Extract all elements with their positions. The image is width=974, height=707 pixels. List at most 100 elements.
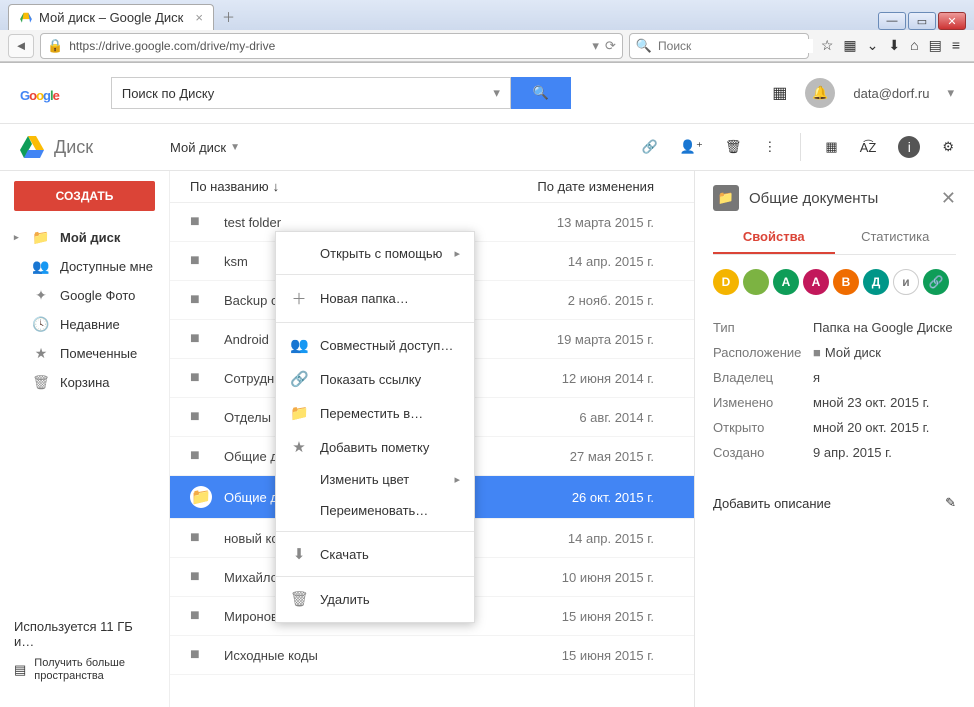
menu-item[interactable]: 🔗Показать ссылку — [276, 362, 474, 396]
folder-icon: ■ — [190, 568, 212, 586]
panel-icon[interactable]: ▦ — [843, 37, 856, 54]
menu-item[interactable]: Изменить цвет▸ — [276, 464, 474, 495]
home-icon[interactable]: ⌂ — [910, 37, 918, 54]
storage-usage[interactable]: Используется 11 ГБ и… — [14, 615, 155, 653]
nav-icon: 👥 — [32, 258, 50, 275]
browser-tab[interactable]: Мой диск – Google Диск × — [8, 4, 214, 30]
nav-icon: ★ — [32, 345, 50, 362]
menu-item-label: Переместить в… — [320, 406, 423, 421]
feed-icon[interactable]: ▤ — [929, 37, 942, 54]
browser-search-input[interactable] — [658, 39, 813, 53]
drive-search-input[interactable]: Поиск по Диску ▾ — [111, 77, 511, 109]
tab-activity[interactable]: Статистика — [835, 221, 957, 254]
download-icon[interactable]: ⬇ — [888, 37, 900, 54]
lock-icon: 🔒 — [47, 38, 63, 54]
pocket-icon[interactable]: ⌄ — [867, 37, 879, 54]
bookmark-icon[interactable]: ☆ — [821, 37, 834, 54]
address-row: ◄ 🔒 ▾ ⟳ 🔍 ☆ ▦ ⌄ ⬇ ⌂ ▤ ≡ — [0, 30, 974, 62]
menu-item-label: Открыть с помощью — [320, 246, 442, 261]
new-tab-button[interactable]: ＋ — [214, 3, 243, 30]
avatar[interactable]: А — [773, 269, 799, 295]
prop-value: Папка на Google Диске — [813, 320, 956, 335]
maximize-button[interactable]: ▭ — [908, 12, 936, 30]
drive-brand[interactable]: Диск — [20, 136, 170, 158]
dropdown-icon[interactable]: ▾ — [592, 38, 599, 54]
notifications-icon[interactable]: 🔔 — [805, 78, 835, 108]
menu-item-label: Скачать — [320, 547, 369, 562]
sidebar-item-5[interactable]: 🗑Корзина — [0, 368, 169, 397]
menu-item-icon: 📁 — [290, 404, 308, 422]
more-icon[interactable]: ⋮ — [763, 139, 776, 155]
settings-icon[interactable]: ⚙ — [942, 139, 954, 155]
toolbar: Диск Мой диск ▼ 🔗 👤⁺ 🗑 ⋮ ▦ A͡Z i ⚙ — [0, 123, 974, 171]
avatar[interactable]: Д — [863, 269, 889, 295]
nav-icon: ✦ — [32, 287, 50, 304]
menu-item-icon: ＋ — [290, 288, 308, 309]
drive-app: Google Поиск по Диску ▾ 🔍 ▦ 🔔 data@dorf.… — [0, 63, 974, 707]
sidebar-item-2[interactable]: ✦ Google Фото — [0, 281, 169, 310]
apps-grid-icon[interactable]: ▦ — [772, 83, 787, 103]
nav-icon: 🗑 — [32, 374, 50, 391]
avatar[interactable] — [743, 269, 769, 295]
create-button[interactable]: СОЗДАТЬ — [14, 181, 155, 211]
sort-icon[interactable]: A͡Z — [860, 140, 877, 155]
trash-icon[interactable]: 🗑 — [725, 139, 742, 155]
avatar[interactable]: и — [893, 269, 919, 295]
url-input[interactable] — [69, 39, 586, 53]
menu-item[interactable]: 📁 Переместить в… — [276, 396, 474, 430]
edit-icon[interactable]: ✎ — [945, 495, 956, 511]
menu-item-label: Показать ссылку — [320, 372, 421, 387]
close-window-button[interactable]: ✕ — [938, 12, 966, 30]
user-email[interactable]: data@dorf.ru — [853, 86, 929, 101]
menu-item[interactable]: ＋Новая папка… — [276, 280, 474, 317]
browser-chrome: Мой диск – Google Диск × ＋ — ▭ ✕ ◄ 🔒 ▾ ⟳… — [0, 0, 974, 63]
browser-search[interactable]: 🔍 — [629, 33, 809, 59]
sidebar-item-3[interactable]: 🕓Недавние — [0, 310, 169, 339]
minimize-button[interactable]: — — [878, 12, 906, 30]
folder-shared-icon: 📁 — [713, 185, 739, 211]
avatar[interactable]: D — [713, 269, 739, 295]
menu-item[interactable]: Переименовать… — [276, 495, 474, 526]
google-logo[interactable]: Google — [20, 80, 59, 106]
menu-item[interactable]: Открыть с помощью▸ — [276, 238, 474, 269]
sidebar-item-1[interactable]: 👥 Доступные мне — [0, 252, 169, 281]
menu-item[interactable]: 🗑Удалить — [276, 582, 474, 616]
menu-item-label: Переименовать… — [320, 503, 428, 518]
breadcrumb[interactable]: Мой диск ▼ — [170, 140, 240, 155]
nav-label: Google Фото — [60, 288, 135, 303]
avatar[interactable]: В — [833, 269, 859, 295]
tab-close-icon[interactable]: × — [195, 10, 203, 25]
shared-avatars: DААВДи🔗 — [713, 269, 956, 295]
tab-properties[interactable]: Свойства — [713, 221, 835, 254]
col-modified[interactable]: По дате изменения — [484, 179, 674, 194]
sidebar-item-0[interactable]: ▸📁Мой диск — [0, 223, 169, 252]
menu-item[interactable]: 👥Совместный доступ… — [276, 328, 474, 362]
file-row[interactable]: ■Исходные коды15 июня 2015 г. — [170, 636, 694, 675]
menu-item[interactable]: ⬇Скачать — [276, 537, 474, 571]
menu-icon[interactable]: ≡ — [952, 37, 960, 54]
menu-item[interactable]: ★Добавить пометку — [276, 430, 474, 464]
grid-view-icon[interactable]: ▦ — [825, 139, 837, 155]
get-more-storage[interactable]: ▤ Получить больше пространства — [14, 653, 155, 687]
share-icon[interactable]: 👤⁺ — [680, 139, 703, 155]
details-close-button[interactable]: ✕ — [941, 188, 956, 209]
property-row: Расположение■Мой диск — [713, 340, 956, 365]
search-dropdown-icon[interactable]: ▾ — [493, 85, 500, 101]
email-dropdown-icon[interactable]: ▾ — [947, 85, 954, 101]
folder-icon: ■ — [190, 369, 212, 387]
drive-logo-icon — [20, 136, 44, 158]
menu-item-label: Удалить — [320, 592, 370, 607]
sidebar-item-4[interactable]: ★Помеченные — [0, 339, 169, 368]
avatar[interactable]: А — [803, 269, 829, 295]
description-row[interactable]: Добавить описание ✎ — [713, 495, 956, 511]
address-bar[interactable]: 🔒 ▾ ⟳ — [40, 33, 623, 59]
info-icon[interactable]: i — [898, 136, 920, 158]
col-name[interactable]: По названию ↓ — [190, 179, 484, 194]
avatar[interactable]: 🔗 — [923, 269, 949, 295]
back-button[interactable]: ◄ — [8, 34, 34, 58]
link-icon[interactable]: 🔗 — [642, 139, 658, 155]
nav-label: Доступные мне — [60, 259, 153, 274]
details-title: Общие документы — [749, 190, 931, 207]
drive-search-button[interactable]: 🔍 — [511, 77, 571, 109]
refresh-icon[interactable]: ⟳ — [605, 38, 616, 54]
